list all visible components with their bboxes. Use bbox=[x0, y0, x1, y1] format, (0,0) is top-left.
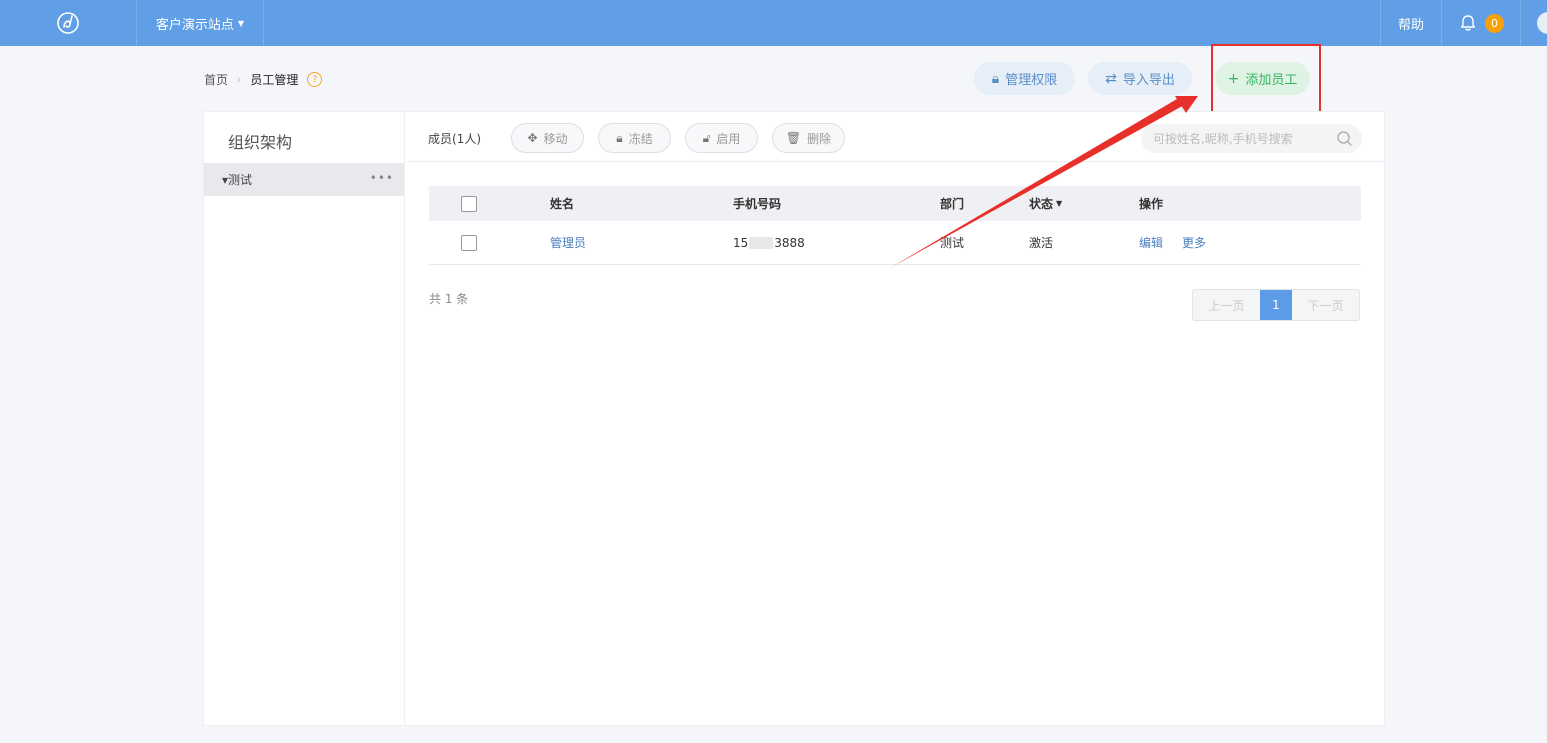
import-export-label: 导入导出 bbox=[1122, 73, 1175, 88]
swap-arrows-icon: ⇄ bbox=[1105, 70, 1117, 87]
employee-table: 姓名 手机号码 部门 状态 ▼ 操作 管理员 15 3888 测试 激活 编辑 bbox=[429, 186, 1361, 265]
total-count: 共 1 条 bbox=[429, 292, 469, 306]
employee-phone: 15 3888 bbox=[733, 221, 805, 264]
row-actions: 编辑 更多 bbox=[1139, 221, 1206, 264]
page-title: 员工管理 bbox=[250, 73, 299, 87]
column-header-status[interactable]: 状态 ▼ bbox=[1029, 186, 1062, 221]
freeze-button[interactable]: 🔒︎ 冻结 bbox=[598, 123, 671, 153]
help-circle-icon[interactable]: ? bbox=[307, 72, 323, 87]
caret-down-icon: ▼ bbox=[1056, 199, 1063, 208]
page-number-button[interactable]: 1 bbox=[1260, 290, 1292, 320]
manage-permissions-button[interactable]: 🔒︎ 管理权限 bbox=[974, 62, 1075, 95]
unlock-icon: 🔓︎ bbox=[702, 130, 711, 145]
org-tree-item[interactable]: ▾测试 ••• bbox=[204, 163, 404, 196]
breadcrumb-home[interactable]: 首页 bbox=[204, 71, 228, 88]
row-checkbox[interactable] bbox=[461, 234, 477, 251]
table-header: 姓名 手机号码 部门 状态 ▼ 操作 bbox=[429, 186, 1361, 221]
phone-suffix: 3888 bbox=[774, 235, 805, 250]
more-link[interactable]: 更多 bbox=[1182, 234, 1206, 251]
more-dots-icon[interactable]: ••• bbox=[370, 171, 394, 185]
pagination: 上一页 1 下一页 bbox=[1192, 289, 1360, 321]
member-toolbar: 成员(1人) ✥ 移动 🔒︎ 冻结 🔓︎ 启用 🗑︎ 删除 可按姓名,昵称,手机… bbox=[406, 112, 1384, 162]
select-all-cell bbox=[461, 186, 477, 221]
table-row: 管理员 15 3888 测试 激活 编辑 更多 bbox=[429, 221, 1361, 265]
edit-link[interactable]: 编辑 bbox=[1139, 234, 1163, 251]
delete-label: 删除 bbox=[807, 131, 832, 146]
member-count: 成员(1人) bbox=[428, 132, 481, 146]
employee-status: 激活 bbox=[1029, 236, 1054, 250]
employee-name-link[interactable]: 管理员 bbox=[550, 221, 586, 264]
lock-icon: 🔒︎ bbox=[616, 130, 623, 145]
manage-permissions-label: 管理权限 bbox=[1005, 73, 1058, 88]
phone-prefix: 15 bbox=[733, 235, 749, 250]
column-header-department: 部门 bbox=[940, 197, 965, 211]
logo[interactable] bbox=[0, 0, 137, 46]
next-page-button[interactable]: 下一页 bbox=[1292, 290, 1359, 320]
lock-icon: 🔒︎ bbox=[991, 70, 1000, 87]
row-select-cell bbox=[461, 221, 477, 264]
redaction-blur bbox=[749, 236, 774, 249]
logo-icon bbox=[57, 12, 79, 34]
enable-label: 启用 bbox=[716, 131, 741, 146]
bell-icon bbox=[1460, 15, 1476, 31]
search-icon[interactable] bbox=[1336, 130, 1353, 147]
org-tree-sidebar: 组织架构 ▾测试 ••• bbox=[204, 112, 405, 725]
caret-down-icon: ▼ bbox=[237, 18, 245, 28]
trash-icon: 🗑︎ bbox=[785, 131, 802, 145]
breadcrumb: 首页 › 员工管理 ? bbox=[204, 71, 323, 88]
top-nav-bar: 客户演示站点 ▼ 帮助 0 bbox=[0, 0, 1547, 46]
org-tree-title: 组织架构 bbox=[228, 133, 293, 152]
delete-button[interactable]: 🗑︎ 删除 bbox=[772, 123, 845, 153]
notifications-button[interactable]: 0 bbox=[1441, 0, 1521, 46]
move-button[interactable]: ✥ 移动 bbox=[511, 123, 584, 153]
prev-page-button[interactable]: 上一页 bbox=[1193, 290, 1260, 320]
select-all-checkbox[interactable] bbox=[461, 195, 477, 212]
search-input[interactable]: 可按姓名,昵称,手机号搜索 bbox=[1141, 124, 1362, 153]
annotation-highlight-box bbox=[1211, 44, 1321, 121]
enable-button[interactable]: 🔓︎ 启用 bbox=[685, 123, 758, 153]
search-placeholder: 可按姓名,昵称,手机号搜索 bbox=[1153, 132, 1293, 146]
freeze-label: 冻结 bbox=[628, 131, 653, 146]
column-header-status-label: 状态 bbox=[1029, 197, 1054, 211]
org-tree-item-label: ▾测试 bbox=[222, 173, 253, 187]
column-header-actions: 操作 bbox=[1139, 197, 1164, 211]
column-header-name: 姓名 bbox=[550, 197, 575, 211]
help-link[interactable]: 帮助 bbox=[1380, 0, 1441, 46]
column-header-phone: 手机号码 bbox=[733, 197, 782, 211]
import-export-button[interactable]: ⇄ 导入导出 bbox=[1088, 62, 1192, 95]
site-switcher[interactable]: 客户演示站点 ▼ bbox=[137, 0, 264, 46]
main-panel: 组织架构 ▾测试 ••• 成员(1人) ✥ 移动 🔒︎ 冻结 🔓︎ 启用 🗑︎ … bbox=[203, 111, 1385, 726]
move-arrows-icon: ✥ bbox=[527, 131, 538, 145]
avatar[interactable] bbox=[1537, 12, 1547, 34]
notification-count-badge: 0 bbox=[1485, 13, 1504, 33]
site-name: 客户演示站点 bbox=[155, 17, 234, 33]
employee-department: 测试 bbox=[940, 236, 965, 250]
move-label: 移动 bbox=[543, 131, 568, 146]
chevron-right-icon: › bbox=[237, 73, 242, 86]
